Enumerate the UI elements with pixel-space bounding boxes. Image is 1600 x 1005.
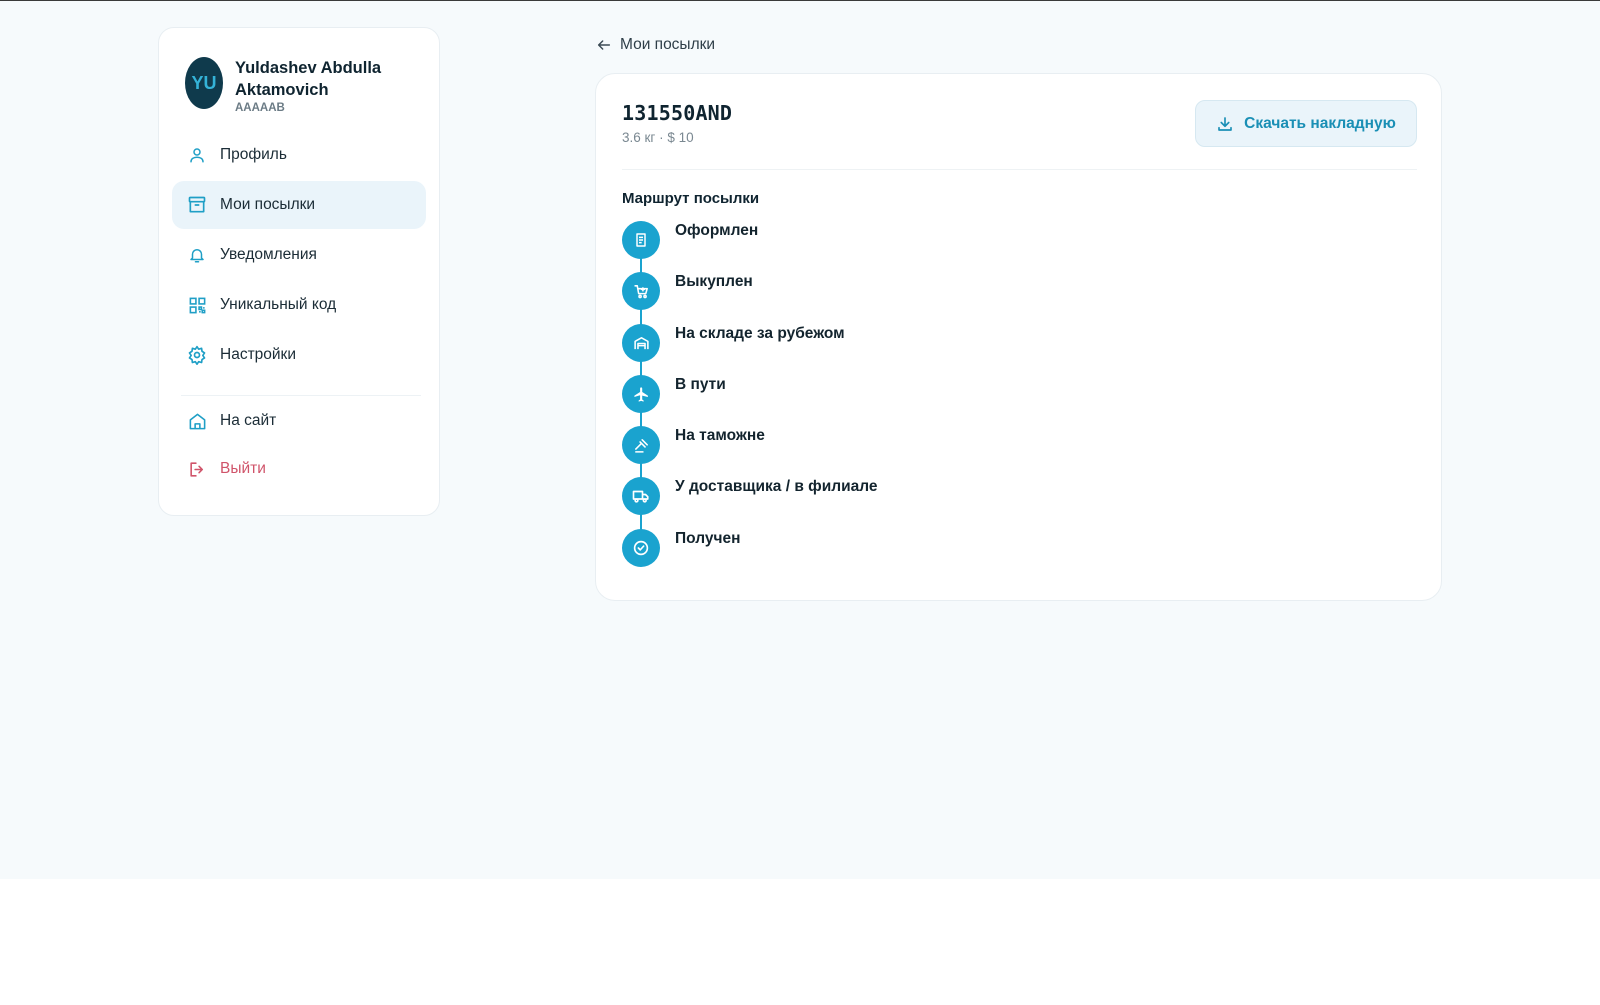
qr-code-icon [186, 294, 208, 316]
sidebar-item-label: Настройки [220, 346, 297, 363]
route-step: На таможне [622, 426, 765, 464]
logout-icon [186, 458, 208, 480]
user-info: Yuldashev Abdulla Aktamovich AAAAAB [235, 57, 405, 114]
check-circle-icon [622, 529, 660, 567]
sidebar-item-label: Выйти [220, 460, 266, 477]
route-step: Оформлен [622, 221, 758, 259]
sidebar-item-profile[interactable]: Профиль [172, 131, 426, 179]
truck-icon [622, 477, 660, 515]
home-icon [186, 410, 208, 432]
route-step-label: У доставщика / в филиале [675, 478, 878, 495]
route-step-label: Выкуплен [675, 273, 753, 290]
gavel-icon [622, 426, 660, 464]
sidebar-item-label: Мои посылки [220, 196, 316, 213]
parcel-meta: 3.6 кг · $ 10 [622, 130, 694, 145]
airplane-icon [622, 375, 660, 413]
user-icon [186, 144, 208, 166]
route-step-label: На складе за рубежом [675, 325, 845, 342]
card-divider [622, 169, 1417, 170]
route-step-label: Оформлен [675, 222, 759, 239]
route-title: Маршрут посылки [622, 190, 760, 207]
arrow-left-icon [596, 37, 612, 53]
route-step: На складе за рубежом [622, 324, 845, 362]
sidebar: YU Yuldashev Abdulla Aktamovich AAAAAB П… [158, 27, 440, 516]
sidebar-divider [181, 395, 421, 396]
sidebar-item-label: Уникальный код [220, 296, 337, 313]
route-step: Получен [622, 529, 740, 567]
sidebar-item-site[interactable]: На сайт [172, 397, 426, 445]
back-link-label: Мои посылки [620, 36, 716, 53]
cart-icon [622, 272, 660, 310]
parcel-id: 131550AND [622, 101, 733, 125]
sidebar-item-label: Уведомления [220, 246, 317, 263]
sidebar-item-notifications[interactable]: Уведомления [172, 231, 426, 279]
download-invoice-button[interactable]: Скачать накладную [1195, 100, 1417, 147]
warehouse-icon [622, 324, 660, 362]
sidebar-item-my-parcels[interactable]: Мои посылки [172, 181, 426, 229]
back-link[interactable]: Мои посылки [596, 36, 715, 54]
document-icon [622, 221, 660, 259]
route-step: Выкуплен [622, 272, 753, 310]
sidebar-item-settings[interactable]: Настройки [172, 331, 426, 379]
route-step-label: На таможне [675, 427, 765, 444]
download-icon [1216, 115, 1234, 133]
route-step: В пути [622, 375, 726, 413]
route-step: У доставщика / в филиале [622, 477, 878, 515]
user-header: YU Yuldashev Abdulla Aktamovich AAAAAB [185, 57, 405, 114]
archive-box-icon [186, 194, 208, 216]
user-name: Yuldashev Abdulla Aktamovich [235, 59, 382, 99]
gear-icon [186, 344, 208, 366]
parcel-card: 131550AND 3.6 кг · $ 10 Скачать накладну… [595, 73, 1442, 601]
sidebar-item-label: Профиль [220, 146, 287, 163]
download-button-label: Скачать накладную [1244, 114, 1396, 132]
sidebar-item-logout[interactable]: Выйти [172, 445, 426, 493]
sidebar-item-unique-code[interactable]: Уникальный код [172, 281, 426, 329]
avatar: YU [185, 57, 223, 109]
bell-icon [186, 244, 208, 266]
user-code: AAAAAB [235, 102, 285, 114]
sidebar-item-label: На сайт [220, 412, 277, 429]
route-step-label: Получен [675, 530, 741, 547]
route-step-label: В пути [675, 376, 726, 393]
